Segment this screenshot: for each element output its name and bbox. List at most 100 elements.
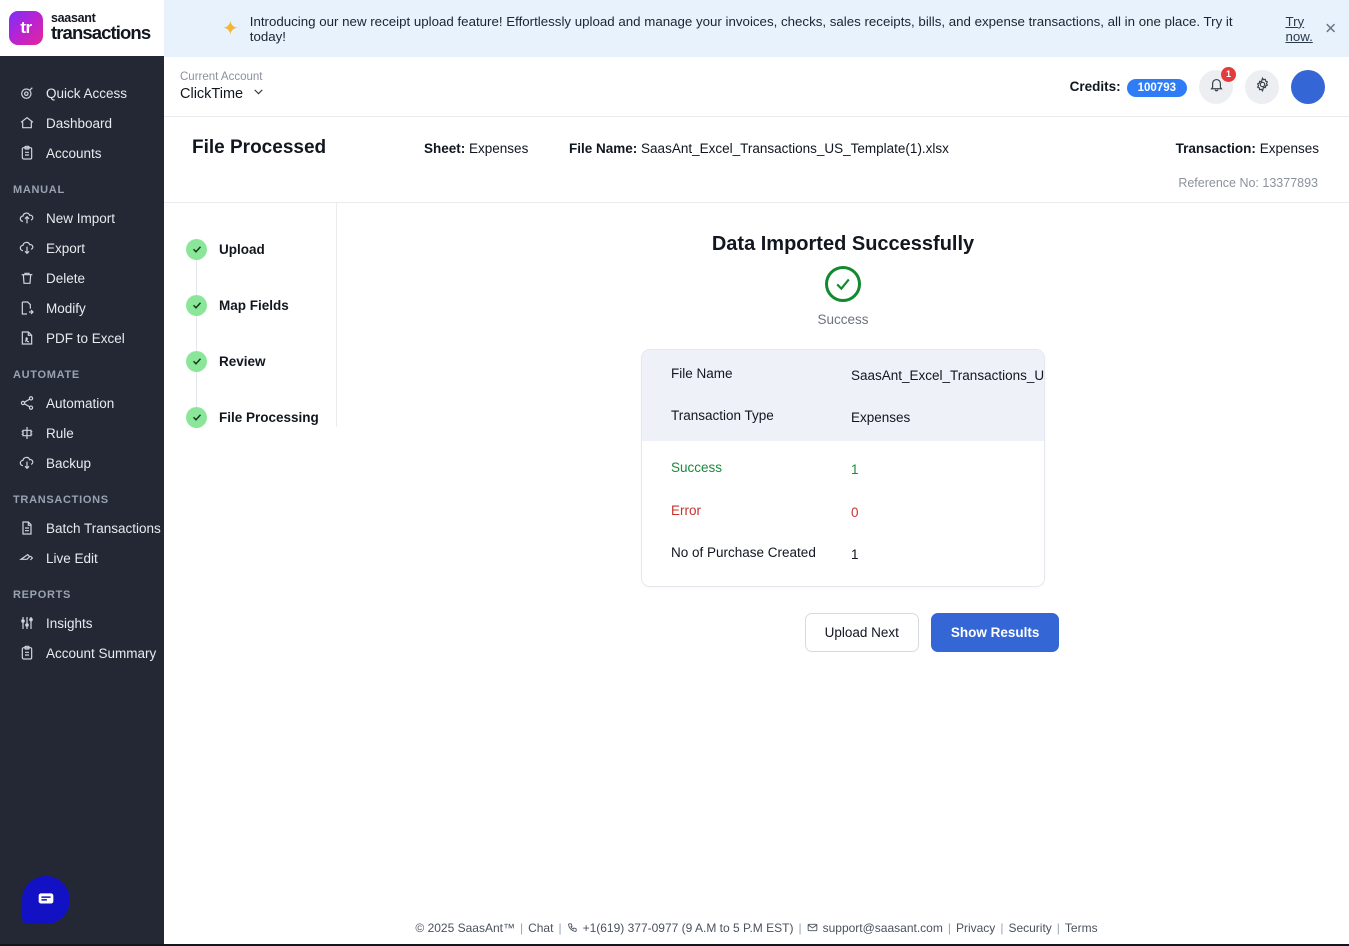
download-cloud-icon — [18, 240, 35, 257]
result-status-text: Success — [817, 312, 869, 327]
step-review[interactable]: Review — [186, 350, 336, 372]
footer-separator: | — [947, 920, 951, 935]
chat-bubble-icon — [35, 887, 57, 914]
footer-chat-link[interactable]: Chat — [528, 921, 553, 935]
sidebar-item-label: Delete — [46, 270, 86, 286]
footer-separator: | — [558, 920, 562, 935]
page-footer: © 2025 SaasAnt™ | Chat | +1(619) 377-097… — [164, 909, 1349, 946]
step-file-processing[interactable]: File Processing — [186, 406, 336, 428]
footer-separator: | — [519, 920, 524, 935]
sidebar-item-modify[interactable]: Modify — [0, 293, 164, 323]
close-icon[interactable]: ✕ — [1324, 21, 1337, 36]
target-icon — [18, 85, 35, 102]
summary-value: Expenses — [851, 409, 911, 425]
sidebar-item-label: Dashboard — [46, 115, 113, 131]
footer-separator: | — [1000, 920, 1004, 935]
sidebar-item-export[interactable]: Export — [0, 233, 164, 263]
sidebar-item-backup[interactable]: Backup — [0, 448, 164, 478]
import-stepper: Upload Map Fields Review File Processing — [164, 203, 337, 428]
sidebar-item-insights[interactable]: Insights — [0, 608, 164, 638]
sidebar-item-label: Automation — [46, 395, 115, 411]
sidebar-item-label: Quick Access — [46, 85, 128, 101]
sidebar-item-accounts[interactable]: Accounts — [0, 138, 164, 168]
summary-value: 0 — [851, 504, 859, 520]
summary-key: File Name — [671, 366, 733, 381]
sidebar-item-batch-transactions[interactable]: Batch Transactions — [0, 513, 164, 543]
sidebar-section-transactions: TRANSACTIONS — [13, 494, 109, 506]
stepper-connector-line — [196, 259, 197, 427]
clipboard-icon — [18, 645, 35, 662]
summary-section-top: File Name SaasAnt_Excel_Transactions_US_… — [642, 350, 1044, 442]
current-account-value-row[interactable]: ClickTime — [180, 85, 265, 103]
sidebar-item-automation[interactable]: Automation — [0, 388, 164, 418]
promo-text: Introducing our new receipt upload featu… — [249, 13, 1233, 44]
brand-logo[interactable]: tr saasant transactions — [0, 0, 164, 56]
sidebar-item-new-import[interactable]: New Import — [0, 203, 164, 233]
step-map-fields[interactable]: Map Fields — [186, 294, 336, 316]
footer-terms-link[interactable]: Terms — [1065, 921, 1098, 935]
notification-count-badge: 1 — [1221, 66, 1236, 82]
app-root: tr saasant transactions Quick Access Das… — [0, 0, 1349, 946]
logo-mark-icon: tr — [9, 11, 43, 45]
file-name-label: File Name: — [569, 141, 638, 156]
check-icon — [186, 406, 207, 428]
file-name-value: SaasAnt_Excel_Transactions_US_Template(1… — [641, 141, 949, 156]
chat-widget-button[interactable] — [22, 876, 70, 924]
upload-next-button[interactable]: Upload Next — [804, 612, 919, 652]
account-bar: Current Account ClickTime Credits: 100793 — [164, 57, 1349, 117]
result-actions: Upload Next Show Results — [627, 612, 1060, 652]
summary-value: 1 — [851, 547, 859, 563]
pdf-file-icon — [18, 330, 35, 347]
trash-icon — [18, 270, 35, 287]
credits-label: Credits: — [1069, 78, 1121, 94]
home-icon — [18, 115, 35, 132]
sidebar-item-rule[interactable]: Rule — [0, 418, 164, 448]
document-icon — [18, 520, 35, 537]
summary-row: Error 0 — [642, 503, 1044, 523]
footer-copyright: © 2025 SaasAnt™ — [415, 920, 515, 935]
current-account-label: Current Account — [180, 71, 263, 84]
file-header: File Processed Sheet: Expenses File Name… — [164, 117, 1349, 203]
sidebar-item-dashboard[interactable]: Dashboard — [0, 108, 164, 138]
sidebar-item-account-summary[interactable]: Account Summary — [0, 638, 164, 668]
footer-phone: +1(619) 377-0977 (9 A.M to 5 P.M EST) — [582, 920, 794, 935]
account-bar-actions: Credits: 100793 1 — [1069, 66, 1325, 104]
notifications-button[interactable]: 1 — [1199, 66, 1236, 104]
sidebar-item-label: Modify — [46, 300, 86, 316]
sidebar-item-delete[interactable]: Delete — [0, 263, 164, 293]
rule-icon — [18, 425, 35, 442]
sidebar-section-automate: AUTOMATE — [13, 369, 80, 381]
clipboard-icon — [18, 145, 35, 162]
mail-icon — [807, 921, 818, 935]
sheet-label: Sheet: — [424, 141, 466, 156]
file-edit-icon — [18, 300, 35, 317]
content-body: Upload Map Fields Review File Processing… — [164, 203, 1349, 946]
sidebar-item-quick-access[interactable]: Quick Access — [0, 78, 164, 108]
sidebar-item-label: New Import — [46, 210, 116, 226]
show-results-button[interactable]: Show Results — [930, 612, 1060, 652]
user-avatar[interactable] — [1291, 69, 1325, 104]
check-icon — [186, 294, 207, 316]
sidebar-item-label: Live Edit — [46, 550, 98, 566]
summary-row: Success 1 — [642, 460, 1044, 480]
summary-row: No of Purchase Created 1 — [642, 545, 1044, 565]
footer-security-link[interactable]: Security — [1008, 921, 1051, 935]
phone-icon — [567, 921, 578, 935]
settings-button[interactable] — [1245, 69, 1279, 104]
sidebar-item-pdf-to-excel[interactable]: PDF to Excel — [0, 323, 164, 353]
current-account-value: ClickTime — [180, 85, 244, 102]
result-summary-card: File Name SaasAnt_Excel_Transactions_US_… — [641, 349, 1045, 587]
step-upload[interactable]: Upload — [186, 238, 336, 260]
pencil-line-icon — [18, 550, 35, 567]
sidebar-section-reports: REPORTS — [13, 589, 72, 601]
footer-email-link[interactable]: support@saasant.com — [823, 921, 943, 935]
step-label: Map Fields — [219, 297, 289, 313]
current-account-selector[interactable]: Current Account ClickTime — [180, 70, 265, 103]
sidebar-item-label: PDF to Excel — [46, 330, 125, 346]
sidebar-item-live-edit[interactable]: Live Edit — [0, 543, 164, 573]
footer-privacy-link[interactable]: Privacy — [956, 921, 995, 935]
brand-line-2: transactions — [51, 21, 151, 43]
chevron-down-icon — [252, 85, 265, 103]
step-label: Upload — [219, 241, 265, 257]
gear-icon — [1254, 76, 1271, 98]
